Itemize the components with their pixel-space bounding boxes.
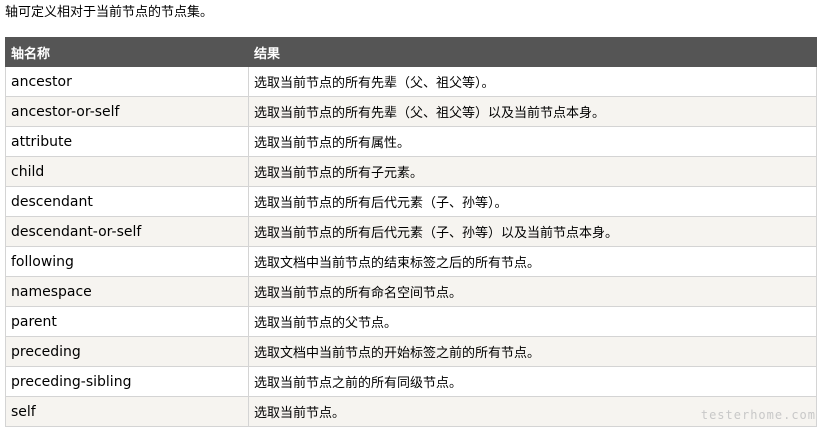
table-row: descendant 选取当前节点的所有后代元素（子、孙等）。 <box>5 186 817 217</box>
header-axis-name: 轴名称 <box>5 37 249 67</box>
table-row: ancestor-or-self 选取当前节点的所有先辈（父、祖父等）以及当前节… <box>5 96 817 127</box>
table-row: parent 选取当前节点的父节点。 <box>5 306 817 337</box>
axis-desc-cell: 选取当前节点之前的所有同级节点。 <box>248 366 817 397</box>
axis-desc-cell: 选取当前节点的所有先辈（父、祖父等）。 <box>248 66 817 97</box>
axis-desc-cell: 选取当前节点的父节点。 <box>248 306 817 337</box>
axis-name-cell: descendant <box>5 186 249 217</box>
axis-desc-cell: 选取当前节点的所有后代元素（子、孙等）以及当前节点本身。 <box>248 216 817 247</box>
axes-table: 轴名称 结果 ancestor 选取当前节点的所有先辈（父、祖父等）。 ance… <box>5 37 817 427</box>
table-header-row: 轴名称 结果 <box>5 37 817 67</box>
axis-name-cell: descendant-or-self <box>5 216 249 247</box>
axis-name-cell: ancestor <box>5 66 249 97</box>
table-row: self 选取当前节点。 <box>5 396 817 427</box>
table-row: attribute 选取当前节点的所有属性。 <box>5 126 817 157</box>
header-result: 结果 <box>248 37 817 67</box>
axis-name-cell: following <box>5 246 249 277</box>
axis-name-cell: self <box>5 396 249 427</box>
axis-desc-cell: 选取文档中当前节点的开始标签之前的所有节点。 <box>248 336 817 367</box>
table-row: descendant-or-self 选取当前节点的所有后代元素（子、孙等）以及… <box>5 216 817 247</box>
table-row: preceding 选取文档中当前节点的开始标签之前的所有节点。 <box>5 336 817 367</box>
axis-desc-cell: 选取当前节点的所有命名空间节点。 <box>248 276 817 307</box>
table-row: preceding-sibling 选取当前节点之前的所有同级节点。 <box>5 366 817 397</box>
axis-desc-cell: 选取当前节点的所有后代元素（子、孙等）。 <box>248 186 817 217</box>
axis-name-cell: preceding-sibling <box>5 366 249 397</box>
axis-desc-cell: 选取当前节点的所有先辈（父、祖父等）以及当前节点本身。 <box>248 96 817 127</box>
table-row: ancestor 选取当前节点的所有先辈（父、祖父等）。 <box>5 66 817 97</box>
watermark: testerhome.com <box>700 408 816 422</box>
axis-name-cell: parent <box>5 306 249 337</box>
axis-name-cell: ancestor-or-self <box>5 96 249 127</box>
table-row: namespace 选取当前节点的所有命名空间节点。 <box>5 276 817 307</box>
axis-desc-cell: 选取文档中当前节点的结束标签之后的所有节点。 <box>248 246 817 277</box>
axis-name-cell: child <box>5 156 249 187</box>
axis-name-cell: preceding <box>5 336 249 367</box>
axis-name-cell: attribute <box>5 126 249 157</box>
intro-text: 轴可定义相对于当前节点的节点集。 <box>5 5 214 20</box>
axis-desc-cell: 选取当前节点的所有属性。 <box>248 126 817 157</box>
axis-desc-cell: 选取当前节点的所有子元素。 <box>248 156 817 187</box>
table-row: following 选取文档中当前节点的结束标签之后的所有节点。 <box>5 246 817 277</box>
table-row: child 选取当前节点的所有子元素。 <box>5 156 817 187</box>
axis-name-cell: namespace <box>5 276 249 307</box>
